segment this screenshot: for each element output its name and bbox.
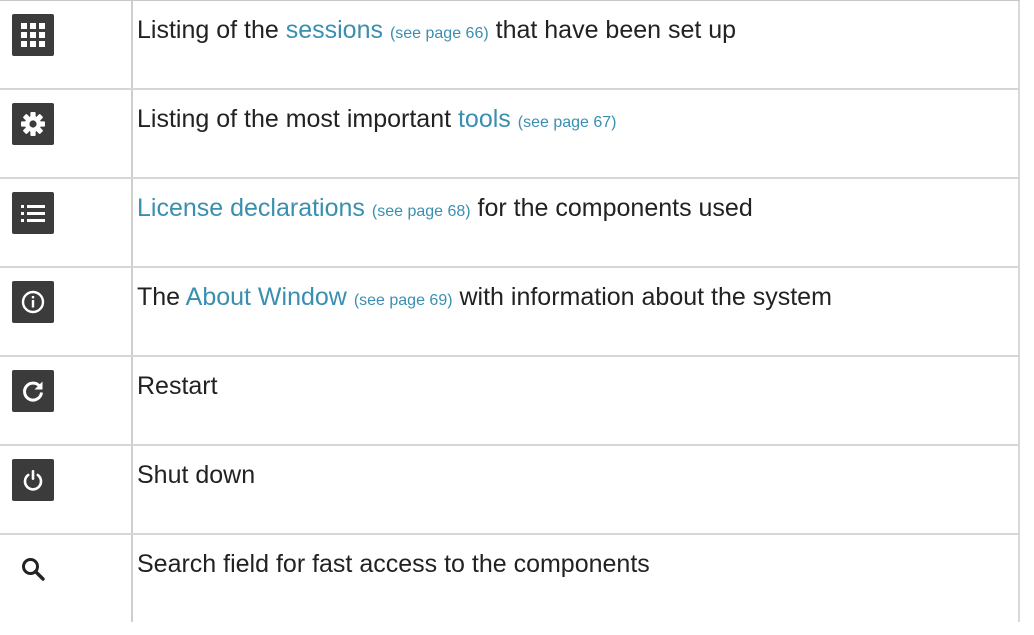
tools-link[interactable]: tools [458, 105, 511, 133]
icon-cell [0, 357, 133, 444]
description-cell: The About Window (see page 69) with info… [133, 268, 1020, 355]
description-cell: Restart [133, 357, 1020, 444]
description-text: The [137, 283, 186, 311]
power-icon [12, 459, 54, 501]
search-icon [12, 548, 54, 590]
grid-icon [12, 14, 54, 56]
table-row-about: The About Window (see page 69) with info… [0, 268, 1020, 357]
license-declarations-link[interactable]: License declarations [137, 194, 365, 222]
table-row-shutdown: Shut down [0, 446, 1020, 535]
restart-icon [12, 370, 54, 412]
table-row-sessions: Listing of the sessions (see page 66) th… [0, 1, 1020, 90]
table-row-restart: Restart [0, 357, 1020, 446]
info-icon [12, 281, 54, 323]
icon-cell [0, 446, 133, 533]
description-text: Shut down [137, 461, 256, 489]
icon-cell [0, 179, 133, 266]
page-reference-link[interactable]: (see page 67) [518, 114, 617, 131]
description-cell: Listing of the sessions (see page 66) th… [133, 1, 1020, 88]
description-text: Restart [137, 372, 218, 400]
description-cell: Listing of the most important tools (see… [133, 90, 1020, 177]
page-reference-link[interactable]: (see page 69) [354, 292, 453, 309]
icon-cell [0, 268, 133, 355]
description-text: Listing of the [137, 16, 286, 44]
table-row-licenses: License declarations (see page 68) for t… [0, 179, 1020, 268]
description-cell: Shut down [133, 446, 1020, 533]
list-icon [12, 192, 54, 234]
description-cell: License declarations (see page 68) for t… [133, 179, 1020, 266]
page-reference-link[interactable]: (see page 68) [372, 203, 471, 220]
table-row-search: Search field for fast access to the comp… [0, 535, 1020, 622]
icon-legend-table: Listing of the sessions (see page 66) th… [0, 0, 1020, 622]
table-row-tools: Listing of the most important tools (see… [0, 90, 1020, 179]
description-text: that have been set up [488, 16, 737, 44]
description-cell: Search field for fast access to the comp… [133, 535, 1020, 622]
description-text: with information about the system [452, 283, 832, 311]
icon-cell [0, 90, 133, 177]
description-text: for the components used [470, 194, 753, 222]
page-reference-link[interactable]: (see page 66) [390, 25, 489, 42]
sessions-link[interactable]: sessions [286, 16, 383, 44]
icon-cell [0, 1, 133, 88]
description-text: Listing of the most important [137, 105, 458, 133]
about-window-link[interactable]: About Window [186, 283, 347, 311]
gear-icon [12, 103, 54, 145]
description-text: Search field for fast access to the comp… [137, 550, 650, 578]
icon-cell [0, 535, 133, 622]
